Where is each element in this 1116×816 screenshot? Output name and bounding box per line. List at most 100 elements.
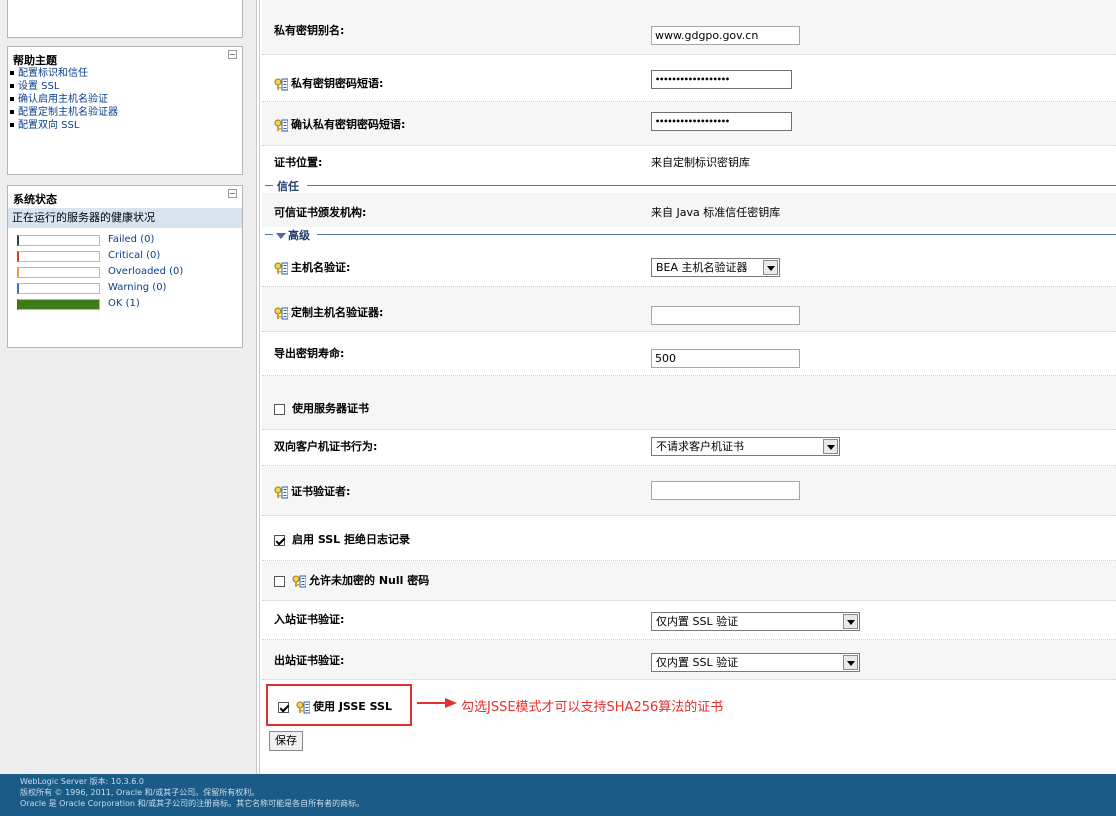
health-label[interactable]: Critical (0) xyxy=(108,250,160,261)
bullet-icon xyxy=(10,70,14,75)
health-label[interactable]: Failed (0) xyxy=(108,234,154,245)
bullet-icon xyxy=(10,109,14,114)
bullet-icon xyxy=(10,122,14,127)
status-panel-title: 系统状态 xyxy=(13,193,57,206)
key-icon xyxy=(274,486,288,499)
label-text: 证书验证者: xyxy=(291,485,351,498)
key-icon xyxy=(274,262,288,275)
health-label[interactable]: OK (1) xyxy=(108,298,140,309)
help-link-label: 配置双向 SSL xyxy=(18,120,80,131)
select-value: 不请求客户机证书 xyxy=(656,440,744,453)
row-cert-authenticator: 证书验证者: xyxy=(262,466,1116,516)
status-subtitle: 正在运行的服务器的健康状况 xyxy=(8,208,242,228)
outbound-cert-validation-label: 出站证书验证: xyxy=(274,654,345,667)
collapse-icon[interactable] xyxy=(228,189,237,198)
health-list: Failed (0) Critical (0) Overloaded (0) Warn… xyxy=(8,232,242,312)
health-row: Overloaded (0) xyxy=(8,264,242,280)
row-hostname-verification: 主机名验证: BEA 主机名验证器 xyxy=(262,242,1116,287)
export-key-lifespan-input[interactable] xyxy=(651,349,800,368)
select-value: 仅内置 SSL 验证 xyxy=(656,615,739,628)
help-link-two-way-ssl[interactable]: 配置双向 SSL xyxy=(10,119,242,132)
label-text: 主机名验证: xyxy=(291,261,351,274)
row-inbound-cert-validation: 入站证书验证: 仅内置 SSL 验证 xyxy=(262,601,1116,640)
ssl-rejection-logging-checkbox[interactable] xyxy=(274,534,285,546)
health-bar xyxy=(17,283,100,294)
help-link-hostname-verification[interactable]: 确认启用主机名验证 xyxy=(10,93,242,106)
divider-line xyxy=(307,185,1116,186)
row-outbound-cert-validation: 出站证书验证: 仅内置 SSL 验证 xyxy=(262,640,1116,680)
health-row: OK (1) xyxy=(8,296,242,312)
key-icon xyxy=(292,575,306,588)
key-icon xyxy=(274,78,288,91)
annotation-arrow-icon xyxy=(417,698,457,708)
health-row: Critical (0) xyxy=(8,248,242,264)
cert-location-value: 来自定制标识密钥库 xyxy=(651,156,750,169)
confirm-passphrase-label: 确认私有密钥密码短语: xyxy=(274,116,405,132)
row-two-way-client-cert: 双向客户机证书行为: 不请求客户机证书 xyxy=(262,430,1116,466)
dropdown-arrow-icon[interactable] xyxy=(843,655,858,670)
key-icon xyxy=(274,119,288,132)
advanced-section-title[interactable]: 高级 xyxy=(276,227,310,243)
use-server-certs-checkbox[interactable] xyxy=(274,403,285,415)
help-panel-title: 帮助主题 xyxy=(13,54,57,67)
label-text: 私有密钥密码短语: xyxy=(291,77,384,90)
help-topics-panel: 帮助主题 配置标识和信任 设置 SSL 确认启用主机名验证 配置定制主机名验证器… xyxy=(7,46,243,175)
label-text: 确认私有密钥密码短语: xyxy=(291,118,406,131)
cert-authenticator-label: 证书验证者: xyxy=(274,483,350,499)
advanced-section-header[interactable]: 高级 xyxy=(265,227,1116,243)
save-button[interactable]: 保存 xyxy=(269,731,303,751)
row-private-key-passphrase: 私有密钥密码短语: •••••••••••••••••• xyxy=(262,55,1116,102)
advanced-title-text: 高级 xyxy=(288,229,310,242)
two-way-client-cert-label: 双向客户机证书行为: xyxy=(274,440,378,453)
use-server-certs-control[interactable]: 使用服务器证书 xyxy=(274,400,369,416)
health-label[interactable]: Overloaded (0) xyxy=(108,266,183,277)
dropdown-arrow-icon[interactable] xyxy=(843,614,858,629)
health-label[interactable]: Warning (0) xyxy=(108,282,166,293)
row-trusted-ca: 可信证书颁发机构: 来自 Java 标准信任密钥库 xyxy=(262,193,1116,227)
help-link-configure-identity-trust[interactable]: 配置标识和信任 xyxy=(10,67,242,80)
allow-null-cipher-control[interactable]: 允许未加密的 Null 密码 xyxy=(274,572,429,588)
custom-hostname-verifier-input[interactable] xyxy=(651,306,800,325)
divider-line xyxy=(265,185,273,186)
sidebar: 帮助主题 配置标识和信任 设置 SSL 确认启用主机名验证 配置定制主机名验证器… xyxy=(0,0,257,774)
row-allow-null-cipher: 允许未加密的 Null 密码 xyxy=(262,561,1116,601)
hostname-verification-select[interactable]: BEA 主机名验证器 xyxy=(651,258,780,277)
private-key-alias-input[interactable] xyxy=(651,26,800,45)
inbound-cert-validation-select[interactable]: 仅内置 SSL 验证 xyxy=(651,612,860,631)
row-use-server-certs: 使用服务器证书 xyxy=(262,376,1116,430)
annotation-highlight-box xyxy=(266,684,412,726)
allow-null-cipher-checkbox[interactable] xyxy=(274,575,285,587)
trust-section-title: 信任 xyxy=(277,180,299,193)
row-confirm-passphrase: 确认私有密钥密码短语: •••••••••••••••••• xyxy=(262,102,1116,146)
help-link-custom-hostname-verifier[interactable]: 配置定制主机名验证器 xyxy=(10,106,242,119)
outbound-cert-validation-select[interactable]: 仅内置 SSL 验证 xyxy=(651,653,860,672)
key-icon xyxy=(274,307,288,320)
row-private-key-alias: 私有密钥别名: xyxy=(262,0,1116,55)
help-panel-header: 帮助主题 xyxy=(8,47,242,67)
dropdown-arrow-icon[interactable] xyxy=(823,439,838,454)
system-status-panel: 系统状态 正在运行的服务器的健康状况 Failed (0) Critical (0… xyxy=(7,185,243,348)
health-row: Warning (0) xyxy=(8,280,242,296)
collapse-icon[interactable] xyxy=(228,50,237,59)
help-link-set-ssl[interactable]: 设置 SSL xyxy=(10,80,242,93)
ssl-rejection-logging-control[interactable]: 启用 SSL 拒绝日志记录 xyxy=(274,531,410,547)
private-key-passphrase-input[interactable]: •••••••••••••••••• xyxy=(651,70,792,89)
footer-copyright: 版权所有 © 1996, 2011, Oracle 和/或其子公司。保留所有权利… xyxy=(20,788,260,797)
export-key-lifespan-label: 导出密钥寿命: xyxy=(274,347,345,360)
ssl-rejection-logging-label: 启用 SSL 拒绝日志记录 xyxy=(292,533,411,546)
health-bar xyxy=(17,299,100,310)
dropdown-arrow-icon[interactable] xyxy=(763,260,778,275)
divider-line xyxy=(317,234,1116,235)
row-ssl-rejection-logging: 启用 SSL 拒绝日志记录 xyxy=(262,516,1116,561)
row-cert-location: 证书位置: 来自定制标识密钥库 xyxy=(262,146,1116,176)
help-link-label: 配置定制主机名验证器 xyxy=(18,107,118,118)
select-value: BEA 主机名验证器 xyxy=(656,261,748,274)
two-way-client-cert-select[interactable]: 不请求客户机证书 xyxy=(651,437,840,456)
select-value: 仅内置 SSL 验证 xyxy=(656,656,739,669)
cert-authenticator-input[interactable] xyxy=(651,481,800,500)
divider-line xyxy=(265,234,273,235)
confirm-passphrase-input[interactable]: •••••••••••••••••• xyxy=(651,112,792,131)
hostname-verification-label: 主机名验证: xyxy=(274,259,350,275)
expand-triangle-icon xyxy=(276,232,286,239)
status-panel-header: 系统状态 xyxy=(8,186,242,206)
